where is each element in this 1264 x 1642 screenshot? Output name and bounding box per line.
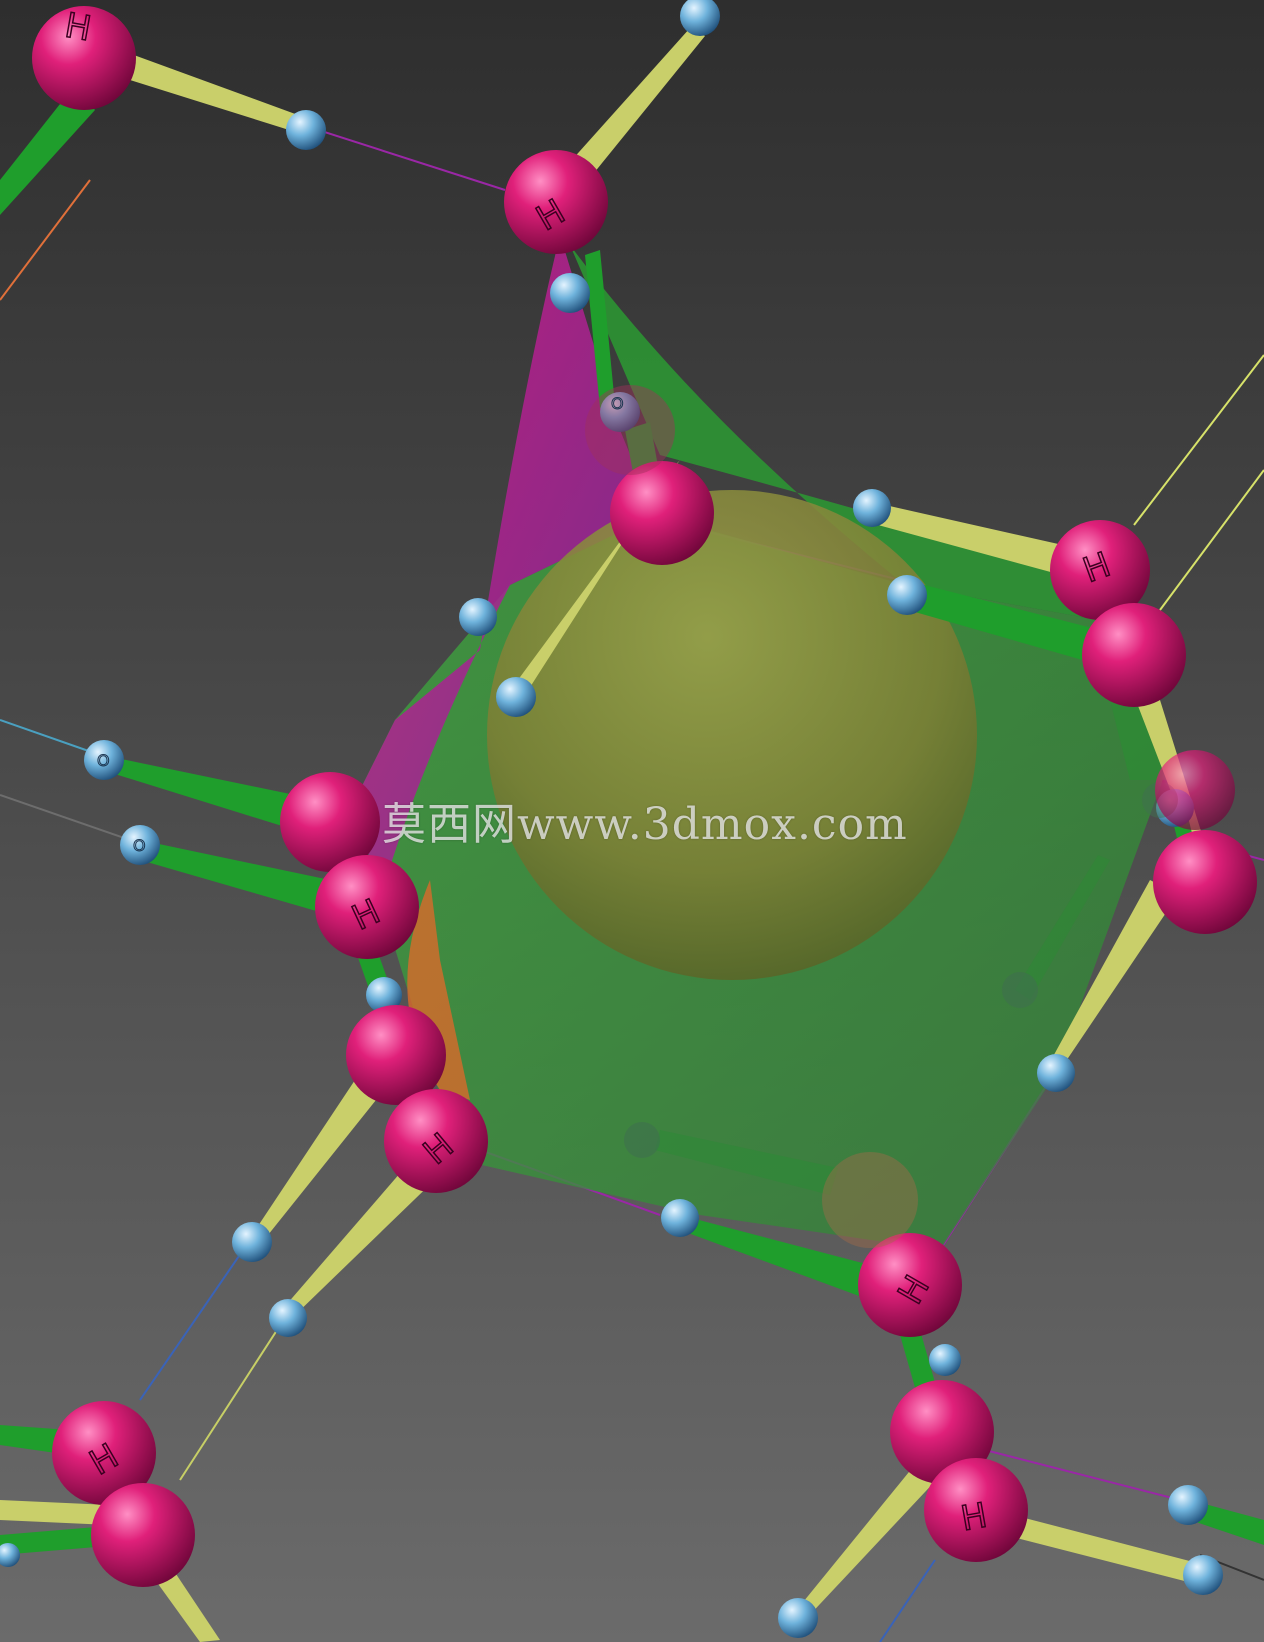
svg-text:O: O (133, 836, 146, 855)
guest-molecule-sphere (487, 490, 977, 980)
svg-text:O: O (97, 751, 110, 770)
molecular-cage-render: H H H H H H H H O O O 莫西网www.3dmox.com (0, 0, 1264, 1642)
watermark-text: 莫西网www.3dmox.com (382, 799, 908, 850)
svg-text:O: O (611, 394, 624, 413)
